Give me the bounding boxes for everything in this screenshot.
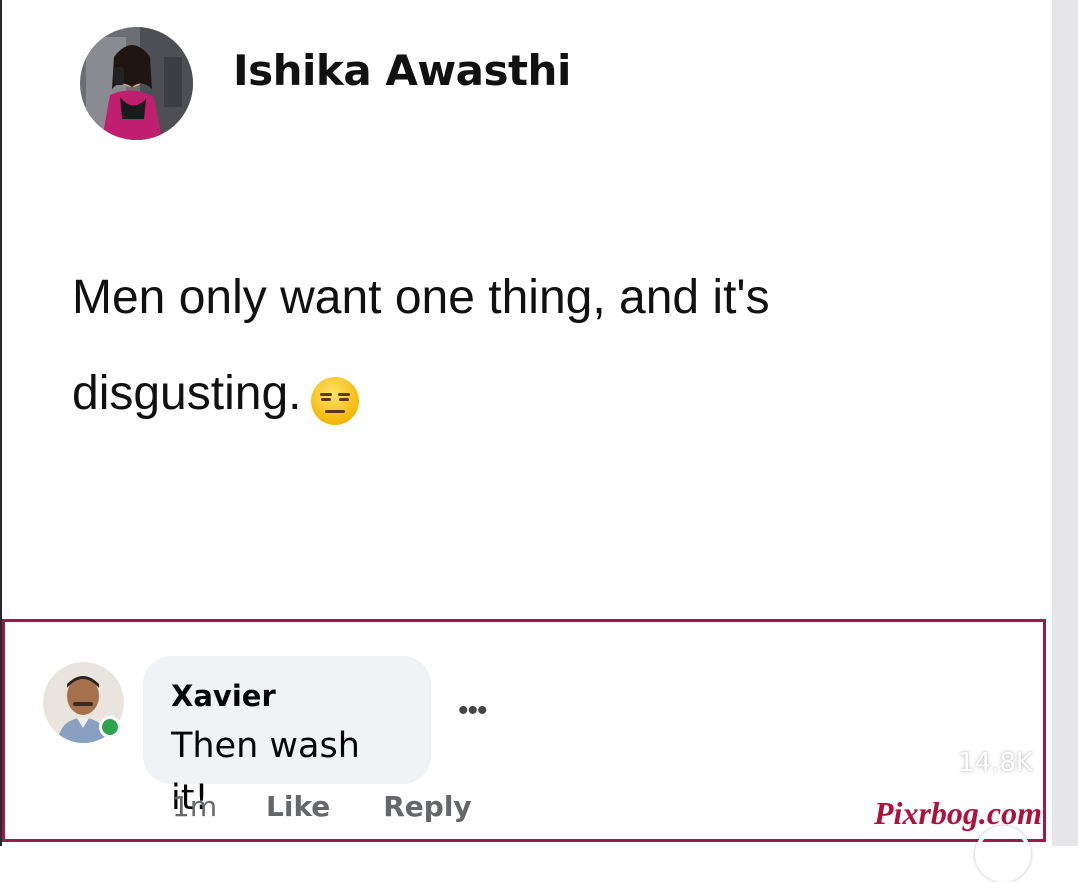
comment-time: 1m [172,790,218,823]
more-options-icon[interactable]: ••• [458,696,487,726]
comment-actions: 1m Like Reply [172,790,472,823]
right-edge [1052,0,1078,846]
reply-button[interactable]: Reply [383,790,471,823]
online-status-dot [99,716,121,738]
comment-bubble: Xavier Then wash it! [143,656,431,818]
commenter-name[interactable]: Xavier [171,676,403,716]
profile-circle-icon[interactable] [975,826,1031,882]
post-author-avatar[interactable] [80,27,193,140]
expressionless-face-icon [309,364,361,426]
heart-icon[interactable] [962,650,1036,718]
post-text-line-2: disgusting. [72,346,952,442]
watermark: Pixrbog.com [874,795,1042,831]
like-button[interactable]: Like [266,790,330,823]
post-author-name[interactable]: Ishika Awasthi [233,46,571,95]
post-text-line-1: Men only want one thing, and it's [72,271,770,324]
post-text: Men only want one thing, and it's disgus… [72,250,952,442]
post-text-line-2-text: disgusting. [72,367,302,420]
like-count: 14.8K [958,748,1033,778]
